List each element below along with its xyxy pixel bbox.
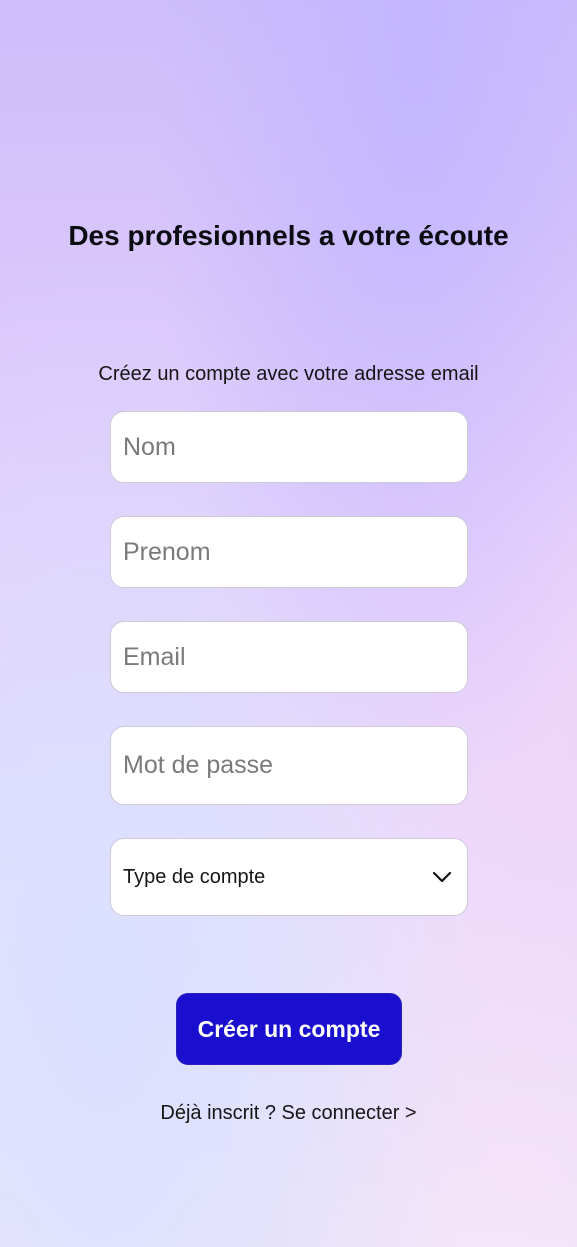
login-link[interactable]: Déjà inscrit ? Se connecter > xyxy=(0,1099,577,1127)
create-account-button[interactable]: Créer un compte xyxy=(176,993,402,1065)
password-input[interactable] xyxy=(110,726,468,805)
nom-input[interactable] xyxy=(110,411,468,483)
page-title: Des profesionnels a votre écoute xyxy=(68,220,509,251)
chevron-down-icon xyxy=(431,866,453,888)
account-type-value: Type de compte xyxy=(123,865,266,888)
account-type-select[interactable]: Type de compte xyxy=(110,838,468,916)
form-subtitle: Créez un compte avec votre adresse email xyxy=(98,363,479,385)
prenom-input[interactable] xyxy=(110,516,468,588)
email-input[interactable] xyxy=(110,621,468,693)
